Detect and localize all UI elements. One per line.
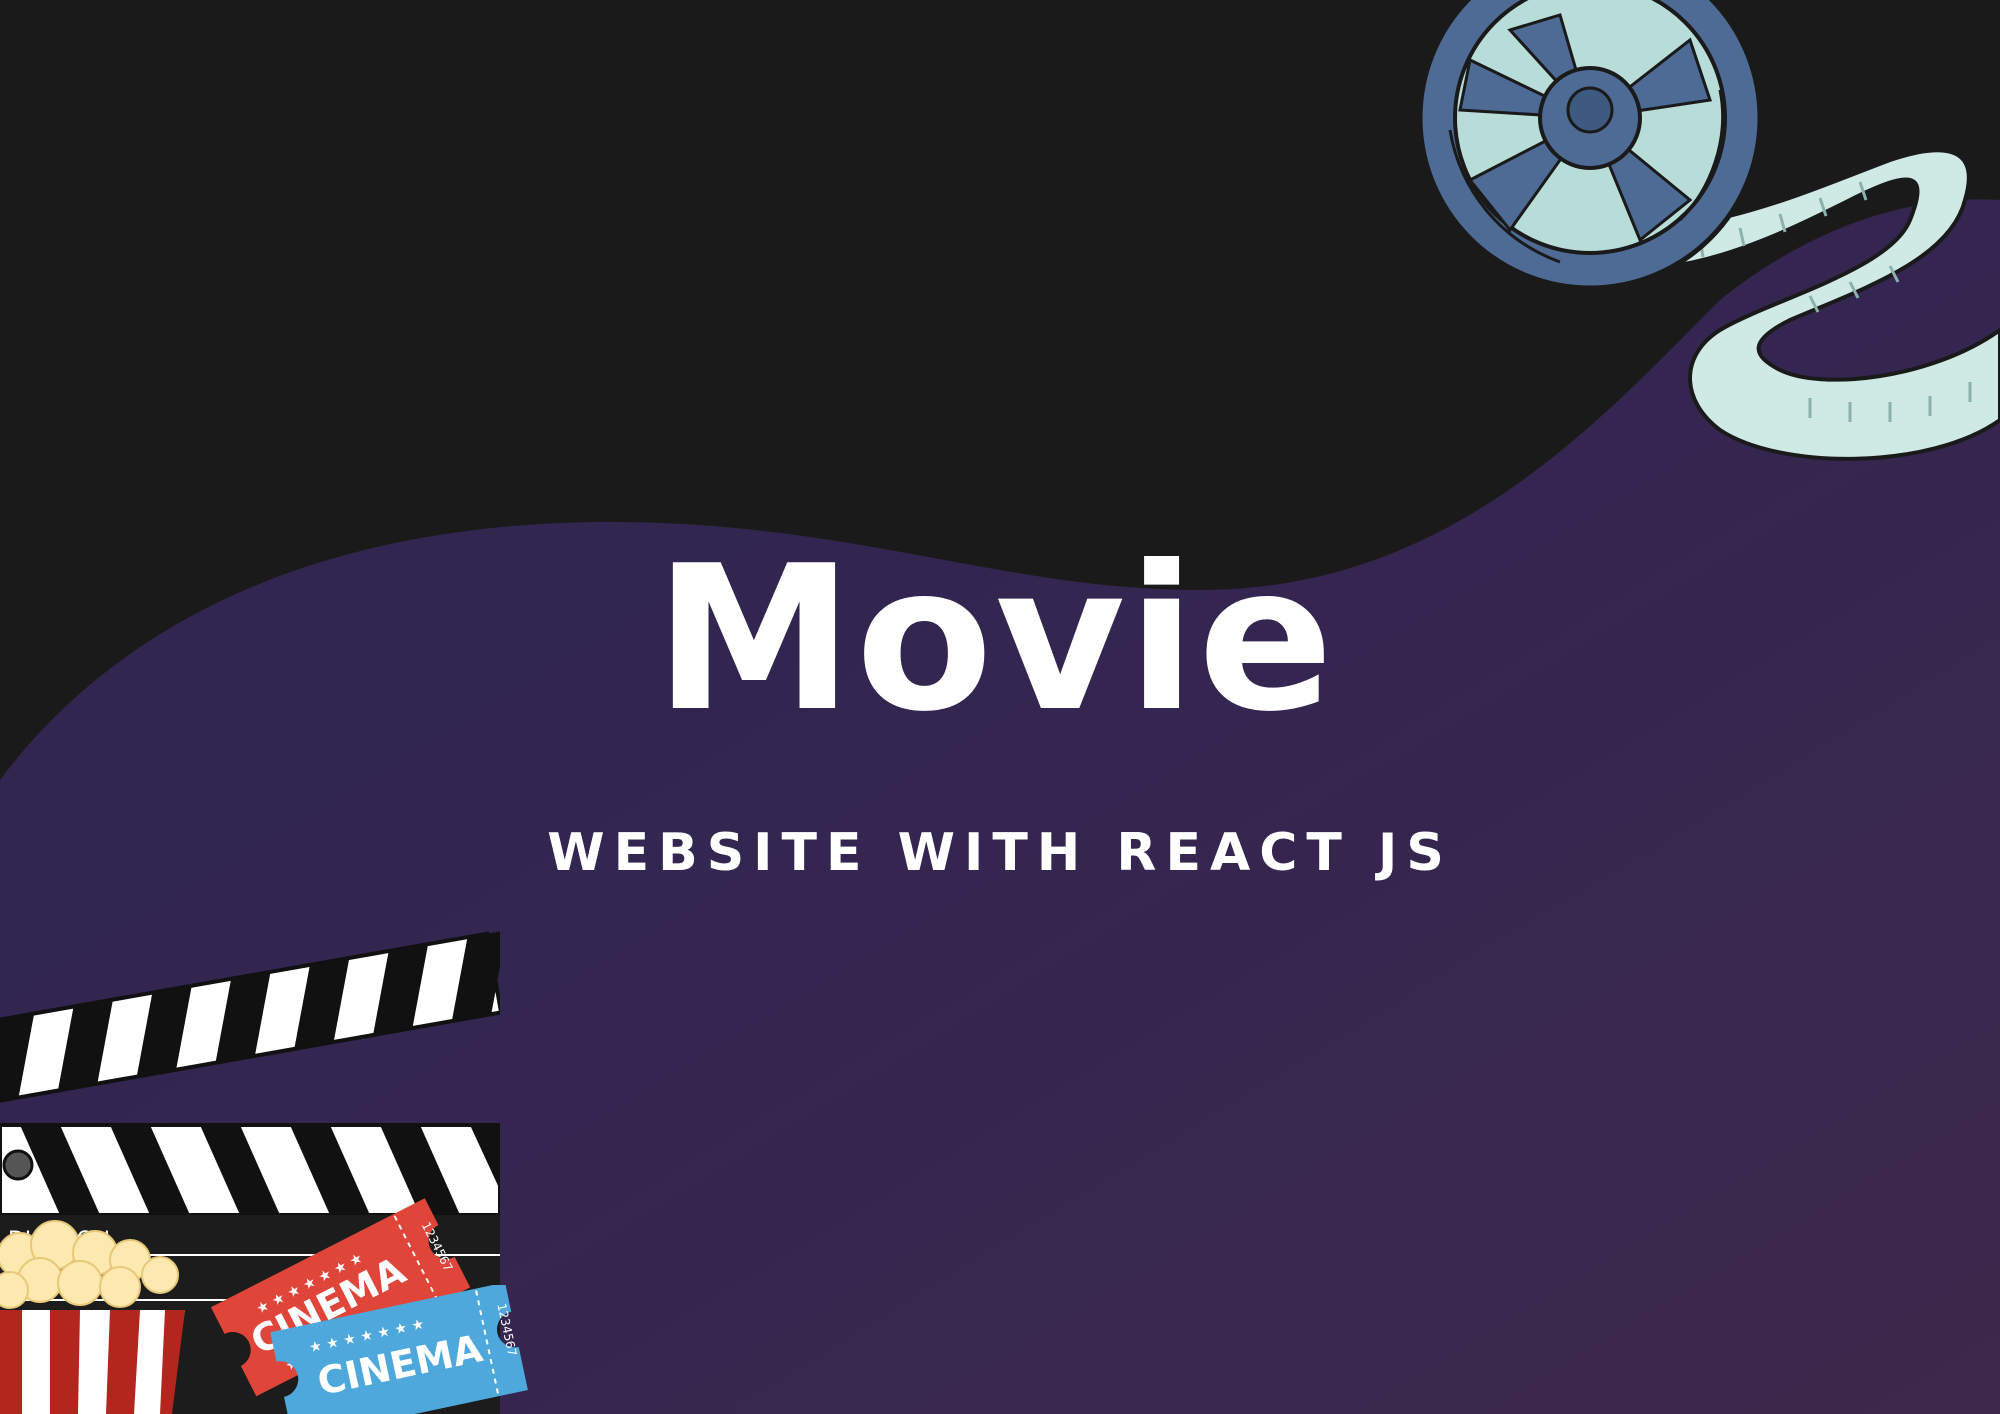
poster: Movie WEBSITE WITH REACT JS CINEMA ★ ★ ★…: [0, 0, 2000, 1414]
poster-title: Movie: [654, 523, 1336, 756]
cinema-ticket-icon: ★ ★ ★ ★ ★ ★ ★ CINEMA 1234567: [270, 1285, 528, 1414]
film-reel-icon: [1417, 0, 2000, 461]
poster-subtitle: WEBSITE WITH REACT JS: [547, 823, 1453, 883]
popcorn-icon: [0, 1220, 185, 1414]
